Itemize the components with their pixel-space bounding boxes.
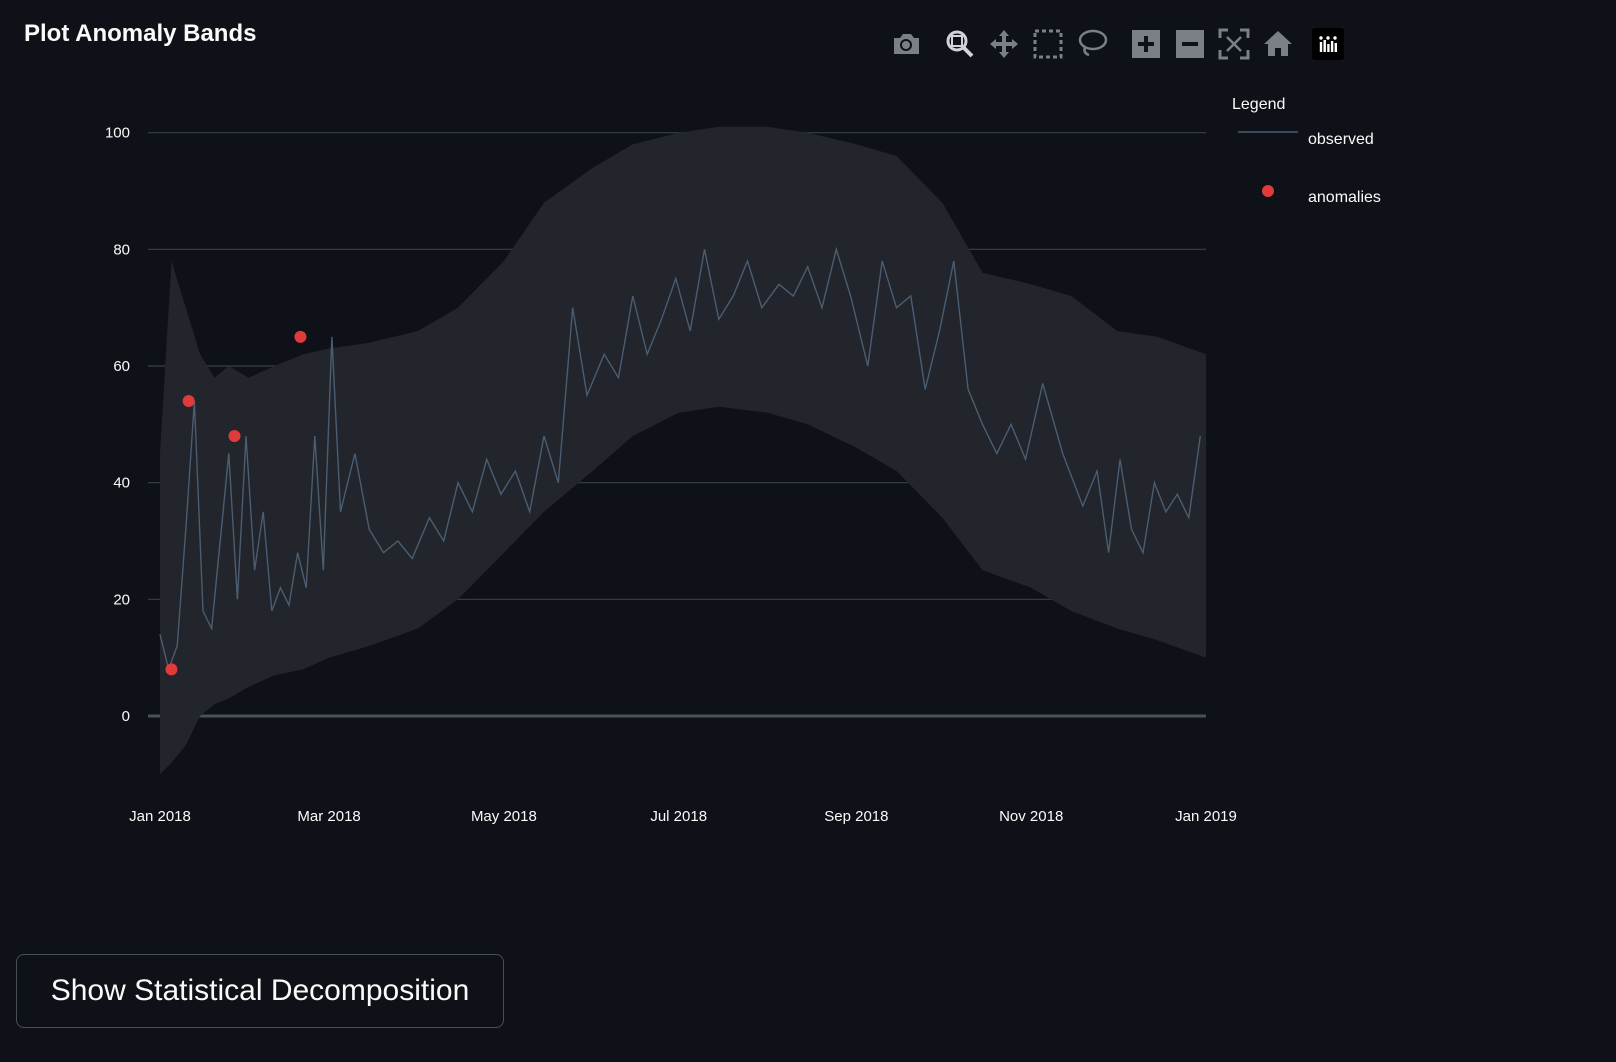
anomaly-point[interactable] bbox=[165, 663, 178, 676]
x-tick-label: Mar 2018 bbox=[297, 808, 360, 825]
x-tick-label: Jan 2019 bbox=[1175, 808, 1237, 825]
y-axis-ticks: 0 20 40 60 80 100 bbox=[105, 125, 130, 725]
legend-anomalies-swatch bbox=[1262, 185, 1274, 197]
x-tick-label: Nov 2018 bbox=[999, 808, 1063, 825]
legend-title: Legend bbox=[1232, 96, 1285, 113]
y-tick-label: 100 bbox=[105, 125, 130, 142]
legend: Legend observed anomalies bbox=[1232, 96, 1381, 206]
x-tick-label: May 2018 bbox=[471, 808, 537, 825]
anomaly-point[interactable] bbox=[182, 395, 195, 407]
show-decomposition-button[interactable]: Show Statistical Decomposition bbox=[16, 954, 504, 1028]
x-tick-label: Jan 2018 bbox=[129, 808, 191, 825]
y-tick-label: 80 bbox=[113, 241, 130, 258]
x-axis-ticks: Jan 2018 Mar 2018 May 2018 Jul 2018 Sep 2018… bbox=[129, 808, 1237, 825]
y-tick-label: 60 bbox=[113, 358, 130, 375]
anomaly-chart[interactable]: 0 20 40 60 80 100 Jan 2018 Mar 2018 May 2018 Jul… bbox=[0, 0, 1616, 900]
y-tick-label: 20 bbox=[113, 591, 130, 608]
legend-observed-label[interactable]: observed bbox=[1308, 131, 1374, 148]
y-tick-label: 0 bbox=[122, 708, 130, 725]
x-tick-label: Jul 2018 bbox=[650, 808, 707, 825]
anomaly-point[interactable] bbox=[294, 330, 307, 343]
expected-range-band bbox=[160, 126, 1206, 775]
anomaly-point[interactable] bbox=[228, 430, 241, 442]
x-tick-label: Sep 2018 bbox=[824, 808, 888, 825]
y-tick-label: 40 bbox=[113, 475, 130, 492]
legend-anomalies-label[interactable]: anomalies bbox=[1308, 189, 1381, 206]
